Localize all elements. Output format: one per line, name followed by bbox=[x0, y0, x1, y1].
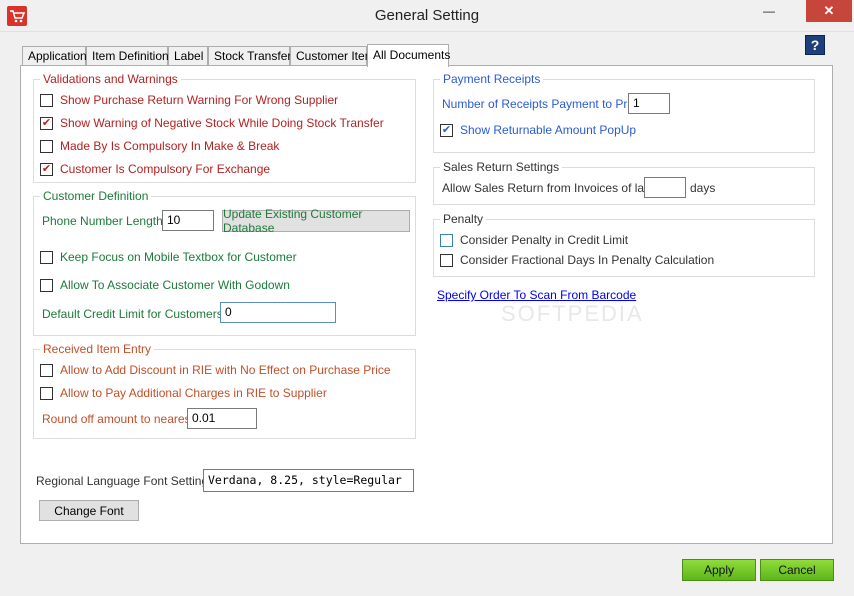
round-off-input[interactable]: 0.01 bbox=[187, 408, 257, 429]
watermark: SOFTPEDIA bbox=[501, 301, 644, 326]
tab-customer-item[interactable]: Customer Item bbox=[290, 46, 375, 66]
help-icon: ? bbox=[810, 37, 820, 53]
checkbox-rie-discount[interactable]: Allow to Add Discount in RIE with No Eff… bbox=[40, 363, 391, 377]
change-font-button[interactable]: Change Font bbox=[39, 500, 139, 521]
tab-all-documents[interactable]: All Documents bbox=[367, 44, 450, 67]
close-icon: ✕ bbox=[823, 3, 835, 18]
checkbox-box[interactable] bbox=[440, 233, 453, 247]
checkbox-box[interactable] bbox=[40, 363, 53, 377]
penalty-group: Penalty Consider Penalty in Credit Limit… bbox=[433, 212, 815, 277]
sales-return-group: Sales Return Settings Allow Sales Return… bbox=[433, 160, 815, 205]
sales-return-title: Sales Return Settings bbox=[440, 160, 563, 174]
checkbox-returnable-amount-popup[interactable]: ✔ Show Returnable Amount PopUp bbox=[440, 123, 636, 137]
checkbox-box[interactable] bbox=[40, 250, 53, 264]
sales-return-label: Allow Sales Return from Invoices of last… bbox=[442, 181, 661, 195]
checkbox-box[interactable] bbox=[40, 93, 53, 107]
sales-return-days-unit: days bbox=[690, 181, 716, 195]
credit-limit-label: Default Credit Limit for Customers : bbox=[42, 307, 230, 321]
payment-receipts-group: Payment Receipts Number of Receipts Paym… bbox=[433, 72, 815, 153]
font-setting-input[interactable]: Verdana, 8.25, style=Regular bbox=[203, 469, 414, 492]
tab-label[interactable]: Label bbox=[168, 46, 208, 66]
checkbox-negative-stock-warning[interactable]: ✔ Show Warning of Negative Stock While D… bbox=[40, 116, 384, 130]
tab-item-definition[interactable]: Item Definition bbox=[86, 46, 169, 66]
all-documents-panel: SOFTPEDIA Validations and Warnings Show … bbox=[20, 65, 833, 544]
receipts-count-label: Number of Receipts Payment to Print : bbox=[442, 97, 647, 111]
checkbox-box[interactable]: ✔ bbox=[40, 162, 53, 176]
apply-button[interactable]: Apply bbox=[682, 559, 756, 581]
checkbox-box[interactable] bbox=[40, 278, 53, 292]
checkbox-box[interactable] bbox=[440, 253, 453, 267]
checkbox-fractional-days[interactable]: Consider Fractional Days In Penalty Calc… bbox=[440, 253, 714, 267]
validations-title: Validations and Warnings bbox=[40, 72, 181, 86]
received-item-group: Received Item Entry Allow to Add Discoun… bbox=[33, 342, 416, 439]
phone-length-label: Phone Number Length : bbox=[42, 214, 170, 228]
tab-application[interactable]: Application bbox=[22, 46, 87, 66]
checkbox-purchase-return-warning[interactable]: Show Purchase Return Warning For Wrong S… bbox=[40, 93, 338, 107]
update-customer-database-button[interactable]: Update Existing Customer Database bbox=[222, 207, 410, 235]
checkbox-box[interactable] bbox=[40, 139, 53, 153]
round-off-label: Round off amount to nearest : bbox=[42, 412, 201, 426]
customer-definition-group: Customer Definition Phone Number Length … bbox=[33, 189, 416, 336]
font-setting-label: Regional Language Font Setting : bbox=[36, 474, 215, 488]
checkbox-box[interactable]: ✔ bbox=[40, 116, 53, 130]
close-button[interactable]: ✕ bbox=[806, 0, 852, 22]
customer-definition-title: Customer Definition bbox=[40, 189, 152, 203]
barcode-scan-order-link[interactable]: Specify Order To Scan From Barcode bbox=[437, 288, 636, 302]
checkbox-box[interactable]: ✔ bbox=[440, 123, 453, 137]
sales-return-days-input[interactable] bbox=[644, 177, 686, 198]
received-item-title: Received Item Entry bbox=[40, 342, 155, 356]
minimize-button[interactable]: — bbox=[754, 0, 784, 22]
window-title: General Setting bbox=[374, 7, 480, 24]
cancel-button[interactable]: Cancel bbox=[760, 559, 834, 581]
checkbox-customer-compulsory[interactable]: ✔ Customer Is Compulsory For Exchange bbox=[40, 162, 270, 176]
receipts-count-input[interactable]: 1 bbox=[628, 93, 670, 114]
help-button[interactable]: ? bbox=[805, 35, 825, 55]
phone-length-input[interactable]: 10 bbox=[162, 210, 214, 231]
validations-group: Validations and Warnings Show Purchase R… bbox=[33, 72, 416, 183]
payment-receipts-title: Payment Receipts bbox=[440, 72, 544, 86]
minimize-icon: — bbox=[763, 4, 775, 18]
checkbox-box[interactable] bbox=[40, 386, 53, 400]
checkbox-associate-godown[interactable]: Allow To Associate Customer With Godown bbox=[40, 278, 290, 292]
checkbox-made-by-compulsory[interactable]: Made By Is Compulsory In Make & Break bbox=[40, 139, 279, 153]
title-bar: General Setting — ✕ bbox=[0, 0, 854, 32]
credit-limit-input[interactable]: 0 bbox=[220, 302, 336, 323]
tab-stock-transfer[interactable]: Stock Transfer bbox=[208, 46, 291, 66]
checkbox-keep-focus-mobile[interactable]: Keep Focus on Mobile Textbox for Custome… bbox=[40, 250, 297, 264]
checkbox-rie-charges[interactable]: Allow to Pay Additional Charges in RIE t… bbox=[40, 386, 327, 400]
penalty-title: Penalty bbox=[440, 212, 487, 226]
checkbox-penalty-credit-limit[interactable]: Consider Penalty in Credit Limit bbox=[440, 233, 628, 247]
